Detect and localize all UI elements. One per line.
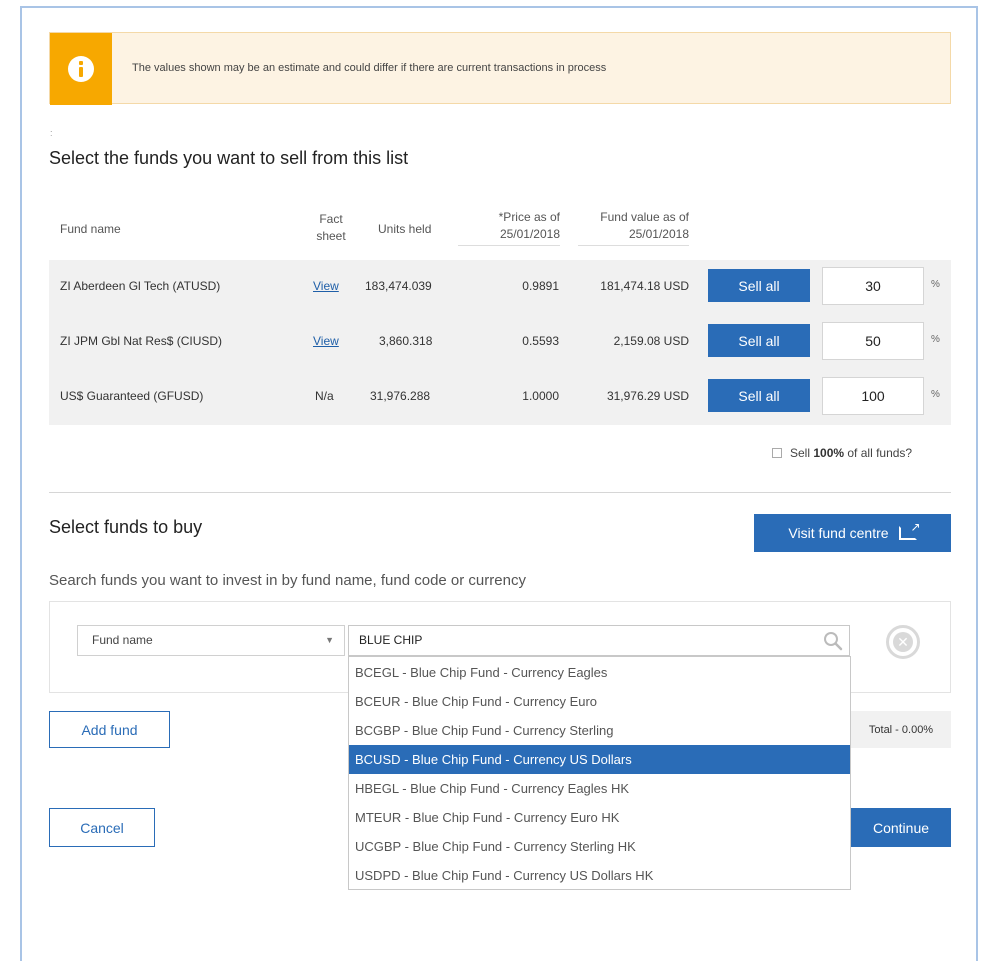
dropdown-option[interactable]: HBEGL - Blue Chip Fund - Currency Eagles…: [349, 774, 850, 803]
buy-section-title: Select funds to buy: [49, 517, 203, 537]
fund-search-input[interactable]: BLUE CHIP: [348, 625, 850, 656]
dropdown-option[interactable]: USDPD - Blue Chip Fund - Currency US Dol…: [349, 861, 850, 890]
price: 1.0000: [522, 389, 559, 403]
units-held: 3,860.318: [379, 334, 433, 348]
header-fact-sheet-line2: sheet: [316, 229, 346, 243]
table-row: US$ Guaranteed (GFUSD) N/a 31,976.288 1.…: [49, 370, 951, 425]
dropdown-option-selected[interactable]: BCUSD - Blue Chip Fund - Currency US Dol…: [349, 745, 850, 774]
cancel-button[interactable]: Cancel: [49, 808, 155, 847]
fund-value: 31,976.29 USD: [606, 389, 689, 403]
percent-sign: %: [931, 279, 940, 290]
header-value-line2: 25/01/2018: [628, 227, 689, 241]
search-instructions: Search funds you want to invest in by fu…: [49, 572, 526, 589]
fact-sheet-na: N/a: [315, 389, 334, 403]
fund-name: US$ Guaranteed (GFUSD): [60, 389, 204, 403]
percent-sign: %: [931, 334, 940, 345]
info-icon: [68, 56, 94, 82]
visit-fund-centre-label: Visit fund centre: [788, 525, 889, 541]
sell-section-title: Select the funds you want to sell from t…: [49, 148, 409, 168]
section-divider: [49, 492, 951, 493]
dropdown-option[interactable]: UCGBP - Blue Chip Fund - Currency Sterli…: [349, 832, 850, 861]
dropdown-option[interactable]: BCGBP - Blue Chip Fund - Currency Sterli…: [349, 716, 850, 745]
search-filter-select[interactable]: Fund name ▼: [77, 625, 345, 656]
info-icon-box: [50, 33, 112, 105]
fund-search-dropdown: BCEGL - Blue Chip Fund - Currency Eagles…: [348, 656, 851, 890]
percent-sign: %: [931, 389, 940, 400]
continue-button[interactable]: Continue: [851, 808, 951, 847]
table-row: ZI JPM Gbl Nat Res$ (CIUSD) View 3,860.3…: [49, 315, 951, 370]
fact-sheet-link[interactable]: View: [313, 334, 339, 348]
chevron-down-icon: ▼: [325, 635, 334, 645]
header-fact-sheet: Fact sheet: [313, 211, 349, 245]
visit-fund-centre-button[interactable]: Visit fund centre: [754, 514, 951, 552]
sell-percent-input[interactable]: 50: [822, 322, 924, 360]
sell-all-pre: Sell: [790, 446, 814, 460]
price: 0.5593: [522, 334, 559, 348]
sell-all-funds-label: Sell 100% of all funds?: [790, 446, 912, 460]
header-value-line1: Fund value as of: [600, 210, 689, 224]
header-units-held: Units held: [378, 222, 432, 236]
sell-all-post: of all funds?: [844, 446, 913, 460]
fund-name: ZI JPM Gbl Nat Res$ (CIUSD): [60, 334, 223, 348]
search-filter-value: Fund name: [92, 633, 153, 647]
header-fact-sheet-line1: Fact: [319, 212, 343, 226]
price: 0.9891: [522, 279, 559, 293]
header-fund-value: Fund value as of 25/01/2018: [578, 209, 689, 246]
units-held: 31,976.288: [370, 389, 431, 403]
fund-name: ZI Aberdeen Gl Tech (ATUSD): [60, 279, 221, 293]
fund-value: 2,159.08 USD: [613, 334, 689, 348]
header-price-line1: *Price as of: [498, 210, 560, 224]
search-icon[interactable]: [823, 631, 843, 651]
sell-all-funds-option[interactable]: Sell 100% of all funds?: [772, 446, 912, 460]
clear-search-icon[interactable]: ✕: [886, 625, 920, 659]
info-banner: The values shown may be an estimate and …: [49, 32, 951, 105]
fund-value: 181,474.18 USD: [600, 279, 689, 293]
table-row: ZI Aberdeen Gl Tech (ATUSD) View 183,474…: [49, 260, 951, 315]
banner-text: The values shown may be an estimate and …: [132, 62, 607, 74]
sell-percent-input[interactable]: 30: [822, 267, 924, 305]
header-price: *Price as of 25/01/2018: [458, 209, 560, 246]
sell-all-button[interactable]: Sell all: [708, 269, 810, 302]
search-input-value: BLUE CHIP: [359, 633, 423, 647]
fact-sheet-link[interactable]: View: [313, 279, 339, 293]
header-price-line2: 25/01/2018: [499, 227, 560, 241]
sell-all-bold: 100%: [813, 446, 845, 460]
total-allocation: Total - 0.00%: [851, 711, 951, 748]
sell-percent-input[interactable]: 100: [822, 377, 924, 415]
sell-all-funds-checkbox[interactable]: [772, 448, 782, 458]
sell-all-button[interactable]: Sell all: [708, 379, 810, 412]
dropdown-option[interactable]: BCEUR - Blue Chip Fund - Currency Euro: [349, 687, 850, 716]
sell-all-button[interactable]: Sell all: [708, 324, 810, 357]
units-held: 183,474.039: [365, 279, 432, 293]
header-fund-name: Fund name: [60, 222, 121, 236]
dropdown-option[interactable]: BCEGL - Blue Chip Fund - Currency Eagles: [349, 658, 850, 687]
dropdown-option[interactable]: MTEUR - Blue Chip Fund - Currency Euro H…: [349, 803, 850, 832]
add-fund-button[interactable]: Add fund: [49, 711, 170, 748]
external-link-icon: [898, 520, 921, 540]
section-marker: :: [50, 128, 53, 138]
